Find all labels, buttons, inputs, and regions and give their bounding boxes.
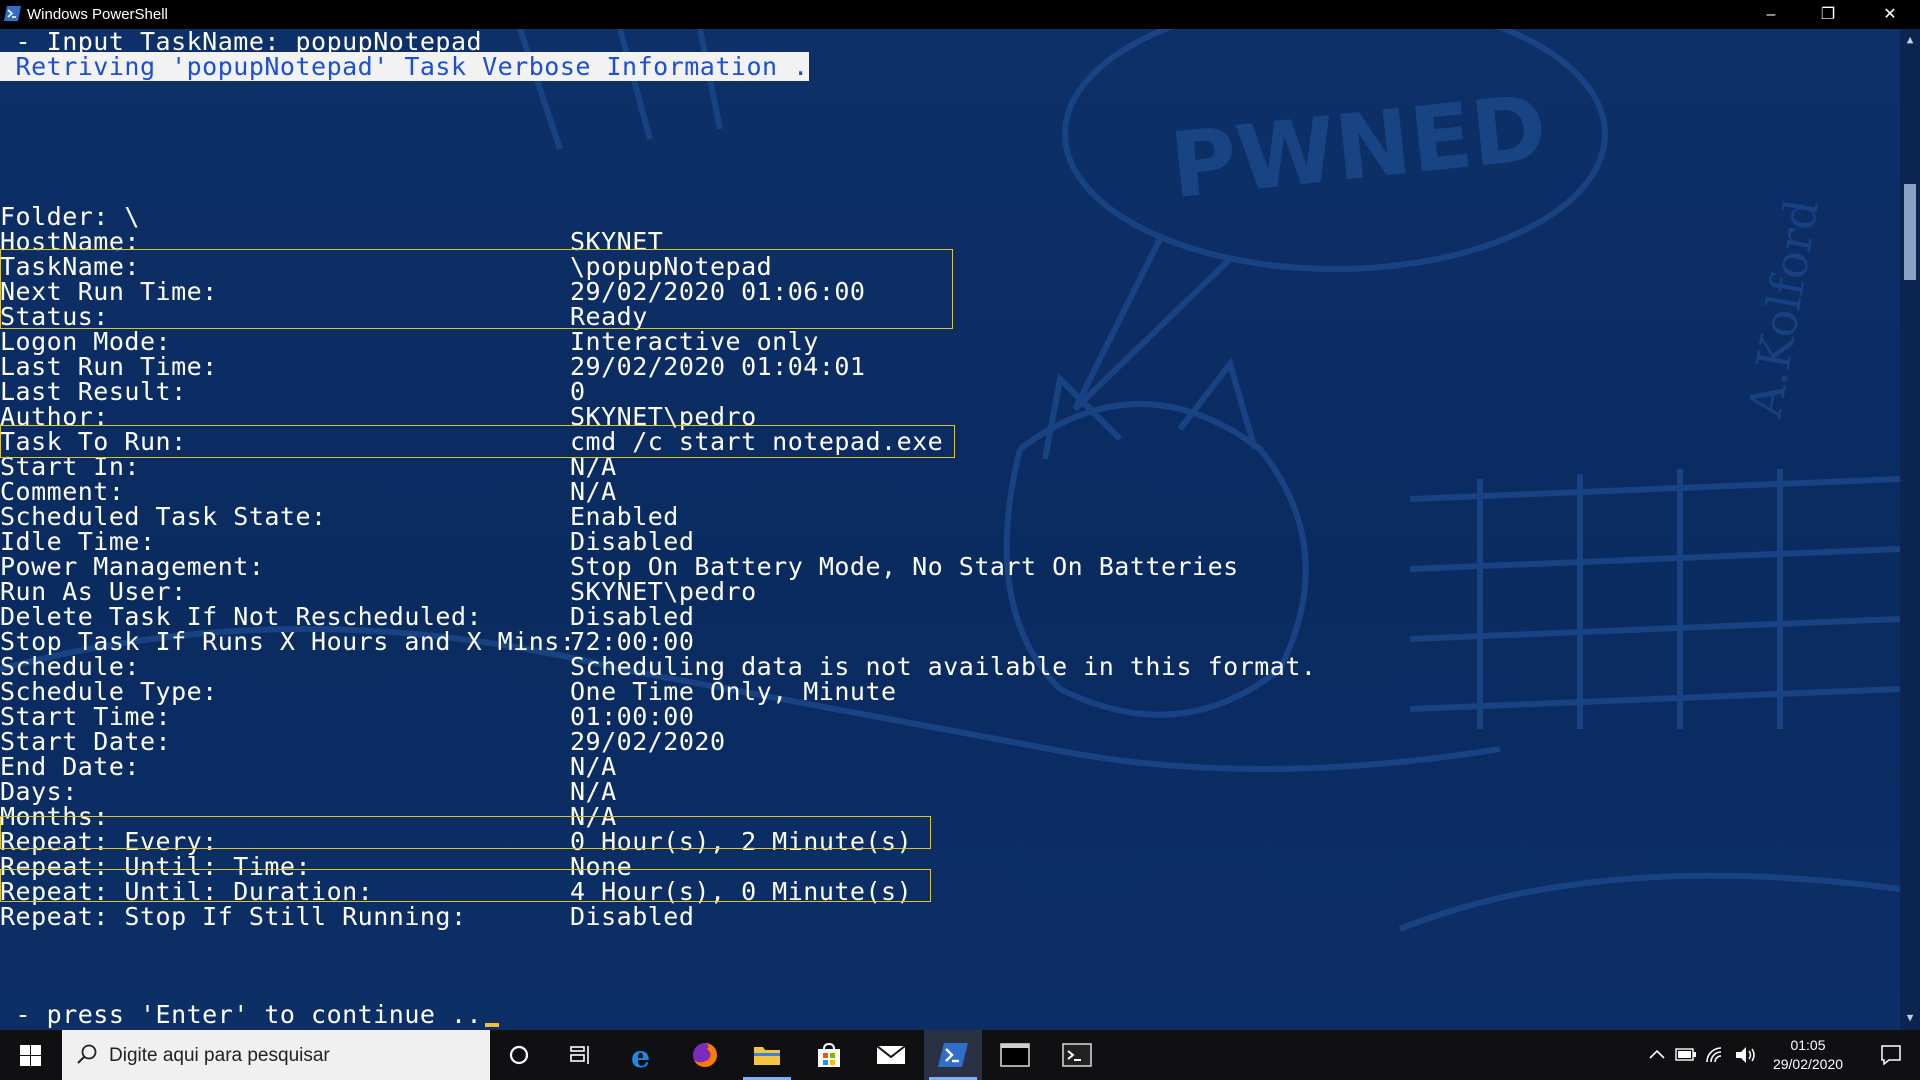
task-view-icon bbox=[570, 1046, 589, 1064]
task-info-label: Stop Task If Runs X Hours and X Mins: bbox=[0, 627, 576, 656]
task-info-value: Disabled bbox=[570, 602, 695, 631]
task-info-value: 72:00:00 bbox=[570, 627, 695, 656]
console-scrollbar[interactable]: ▲ ▼ bbox=[1900, 29, 1920, 1030]
tray-show-hidden-icon[interactable] bbox=[1645, 1030, 1669, 1080]
taskbar-terminal[interactable] bbox=[1048, 1030, 1106, 1080]
task-info-value: SKYNET\pedro bbox=[570, 577, 757, 606]
cortana-circle-icon bbox=[509, 1045, 529, 1065]
console-area[interactable]: PWNED A.Kolford - Input TaskName: popupN… bbox=[0, 29, 1900, 1030]
wifi-icon bbox=[1706, 1047, 1722, 1063]
notification-icon bbox=[1881, 1045, 1901, 1066]
system-clock[interactable]: 01:05 29/02/2020 bbox=[1760, 1036, 1856, 1074]
title-bar: Windows PowerShell – ❐ ✕ bbox=[0, 0, 1920, 29]
restore-button[interactable]: ❐ bbox=[1800, 0, 1856, 29]
prompt-text: - press 'Enter' to continue .. bbox=[0, 1000, 483, 1029]
task-info-value: Stop On Battery Mode, No Start On Batter… bbox=[570, 552, 1239, 581]
task-info-value: Interactive only bbox=[570, 327, 819, 356]
firefox-icon bbox=[693, 1043, 717, 1067]
task-info-label: Delete Task If Not Rescheduled: bbox=[0, 602, 483, 631]
task-view-button[interactable] bbox=[552, 1030, 610, 1080]
start-button[interactable] bbox=[0, 1030, 62, 1080]
task-info-label: Comment: bbox=[0, 477, 125, 506]
windows-logo-icon bbox=[20, 1045, 41, 1066]
speaker-icon bbox=[1736, 1047, 1755, 1063]
taskbar-search-box[interactable]: Digite aqui para pesquisar bbox=[62, 1030, 490, 1080]
minimize-button[interactable]: – bbox=[1743, 0, 1799, 29]
task-info-label: Logon Mode: bbox=[0, 327, 172, 356]
task-info-value: 29/02/2020 01:04:01 bbox=[570, 352, 866, 381]
task-info-value: 0 bbox=[570, 377, 586, 406]
command-prompt-icon bbox=[1000, 1043, 1030, 1067]
task-info-label: Repeat: Stop If Still Running: bbox=[0, 902, 467, 931]
chevron-up-icon bbox=[1649, 1049, 1665, 1059]
tray-network[interactable] bbox=[1702, 1030, 1730, 1080]
text-cursor bbox=[485, 1023, 500, 1027]
taskbar-powershell[interactable] bbox=[924, 1030, 982, 1080]
search-placeholder: Digite aqui para pesquisar bbox=[109, 1045, 330, 1066]
svg-text:e: e bbox=[631, 1041, 650, 1071]
task-info-value: Disabled bbox=[570, 527, 695, 556]
action-center-button[interactable] bbox=[1862, 1030, 1920, 1080]
task-info-value: One Time Only, Minute bbox=[570, 677, 897, 706]
retrieving-highlight-line: Retriving 'popupNotepad' Task Verbose In… bbox=[0, 52, 809, 81]
highlight-box-repeat-duration bbox=[0, 869, 931, 902]
battery-icon bbox=[1675, 1048, 1696, 1061]
scroll-up-icon[interactable]: ▲ bbox=[1900, 31, 1920, 49]
store-bag-icon bbox=[818, 1042, 840, 1067]
task-info-label: Schedule: bbox=[0, 652, 140, 681]
terminal-icon bbox=[1062, 1043, 1092, 1067]
taskbar-store[interactable] bbox=[800, 1030, 858, 1080]
cortana-button[interactable] bbox=[490, 1030, 548, 1080]
mail-envelope-icon bbox=[876, 1045, 906, 1064]
task-info-label: Run As User: bbox=[0, 577, 187, 606]
tray-volume[interactable] bbox=[1732, 1030, 1760, 1080]
task-info-value: Enabled bbox=[570, 502, 679, 531]
taskbar-edge[interactable]: e bbox=[614, 1030, 672, 1080]
task-info-label: End Date: bbox=[0, 752, 140, 781]
prompt-line: - press 'Enter' to continue .. bbox=[0, 1000, 500, 1029]
task-info-value: N/A bbox=[570, 752, 617, 781]
edge-browser-icon: e bbox=[631, 1041, 650, 1071]
task-info-label: Start Time: bbox=[0, 702, 172, 731]
input-taskname-line: - Input TaskName: popupNotepad bbox=[0, 29, 483, 56]
task-info-value: Scheduling data is not available in this… bbox=[570, 652, 1317, 681]
wallpaper-text: PWNED bbox=[1166, 75, 1552, 219]
clock-time: 01:05 bbox=[1790, 1037, 1826, 1053]
task-info-label: Power Management: bbox=[0, 552, 265, 581]
highlight-box-task-to-run bbox=[0, 425, 955, 458]
window-title: Windows PowerShell bbox=[27, 6, 168, 23]
task-info-value: Disabled bbox=[570, 902, 695, 931]
taskbar: Digite aqui para pesquisar e 01:05 29/02… bbox=[0, 1030, 1920, 1080]
powershell-icon bbox=[938, 1043, 968, 1067]
close-button[interactable]: ✕ bbox=[1862, 0, 1918, 29]
highlight-box-taskname-status bbox=[0, 249, 953, 329]
scroll-down-icon[interactable]: ▼ bbox=[1900, 1009, 1920, 1027]
task-info-label: Scheduled Task State: bbox=[0, 502, 327, 531]
wallpaper-signature: A.Kolford bbox=[1737, 195, 1828, 422]
taskbar-file-explorer[interactable] bbox=[738, 1030, 796, 1080]
scrollbar-thumb[interactable] bbox=[1904, 184, 1916, 280]
task-info-value: N/A bbox=[570, 777, 617, 806]
search-icon bbox=[77, 1044, 97, 1064]
task-info-label: Days: bbox=[0, 777, 78, 806]
folder-icon bbox=[754, 1047, 780, 1065]
task-info-label: Schedule Type: bbox=[0, 677, 218, 706]
task-info-value: N/A bbox=[570, 477, 617, 506]
task-info-label: Last Run Time: bbox=[0, 352, 218, 381]
clock-date: 29/02/2020 bbox=[1772, 1056, 1844, 1072]
tray-battery[interactable] bbox=[1672, 1030, 1700, 1080]
task-info-label: Folder: \ bbox=[0, 202, 140, 231]
task-info-value: 01:00:00 bbox=[570, 702, 695, 731]
task-info-label: Last Result: bbox=[0, 377, 187, 406]
task-info-label: Start Date: bbox=[0, 727, 172, 756]
taskbar-cmd[interactable] bbox=[986, 1030, 1044, 1080]
task-info-label: Idle Time: bbox=[0, 527, 156, 556]
highlight-box-repeat-every bbox=[0, 816, 931, 849]
taskbar-firefox[interactable] bbox=[676, 1030, 734, 1080]
task-info-value: 29/02/2020 bbox=[570, 727, 726, 756]
powershell-icon bbox=[4, 6, 21, 21]
taskbar-mail[interactable] bbox=[862, 1030, 920, 1080]
